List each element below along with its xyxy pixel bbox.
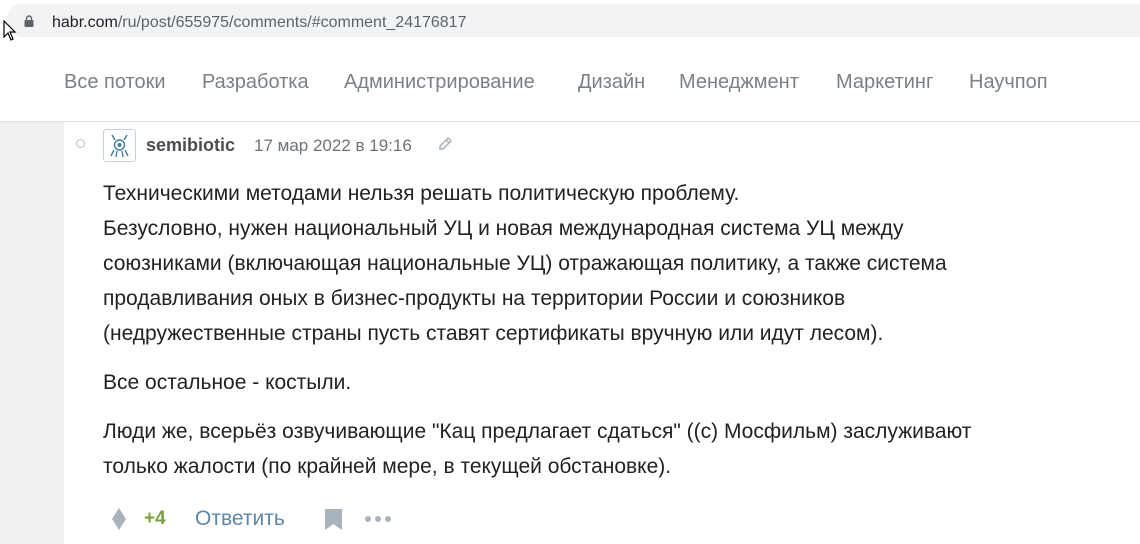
- reply-button[interactable]: Ответить: [195, 506, 285, 532]
- comment-line: Люди же, всерьёз озвучивающие "Кац предл…: [103, 420, 972, 443]
- hub-navigation: Все потоки Разработка Администрирование …: [0, 44, 1140, 122]
- comment-paragraph-2: Все остальное - костыли.: [103, 365, 1113, 400]
- mouse-cursor-icon: [3, 20, 17, 41]
- url-path: /ru/post/655975/comments/#comment_241768…: [117, 14, 467, 31]
- url-text: habr.com/ru/post/655975/comments/#commen…: [52, 13, 466, 33]
- browser-address-bar: habr.com/ru/post/655975/comments/#commen…: [0, 0, 1140, 44]
- comment-line: Безусловно, нужен национальный УЦ и нова…: [103, 217, 904, 240]
- comment-line: Техническими методами нельзя решать поли…: [103, 182, 740, 205]
- thread-marker[interactable]: [76, 139, 85, 148]
- url-host: habr.com: [52, 14, 118, 31]
- comment-paragraph-1: Техническими методами нельзя решать поли…: [103, 176, 1113, 351]
- nav-item-management[interactable]: Менеджмент: [679, 70, 799, 94]
- comment-line: союзниками (включающая национальные УЦ) …: [103, 252, 947, 275]
- nav-item-popsci[interactable]: Научпоп: [969, 70, 1048, 94]
- lock-icon: [24, 15, 34, 27]
- more-dots-icon[interactable]: [364, 514, 392, 524]
- comment-line: Все остальное - костыли.: [103, 371, 352, 394]
- nav-item-development[interactable]: Разработка: [202, 70, 309, 94]
- comment-paragraph-3: Люди же, всерьёз озвучивающие "Кац предл…: [103, 414, 1113, 484]
- comment-line: (недружественные страны пусть ставят сер…: [103, 322, 884, 345]
- url-field[interactable]: habr.com/ru/post/655975/comments/#commen…: [6, 4, 1140, 37]
- nav-item-administration[interactable]: Администрирование: [344, 70, 535, 94]
- bookmark-icon[interactable]: [324, 508, 343, 531]
- comment-line: продавливания оных в бизнес-продукты на …: [103, 287, 846, 310]
- comment-body: Техническими методами нельзя решать поли…: [103, 176, 1113, 498]
- nav-item-marketing[interactable]: Маркетинг: [836, 70, 933, 94]
- comment-date[interactable]: 17 мар 2022 в 19:16: [254, 136, 412, 156]
- nav-item-all-streams[interactable]: Все потоки: [64, 70, 166, 94]
- comment-score: +4: [144, 508, 166, 529]
- nav-item-design[interactable]: Дизайн: [578, 70, 645, 94]
- user-avatar[interactable]: [103, 129, 136, 162]
- comment-author[interactable]: semibiotic: [146, 134, 235, 156]
- comment-line: только жалости (по крайней мере, в текущ…: [103, 455, 672, 478]
- pencil-icon: [439, 137, 452, 150]
- vote-diamond-icon[interactable]: [111, 507, 127, 531]
